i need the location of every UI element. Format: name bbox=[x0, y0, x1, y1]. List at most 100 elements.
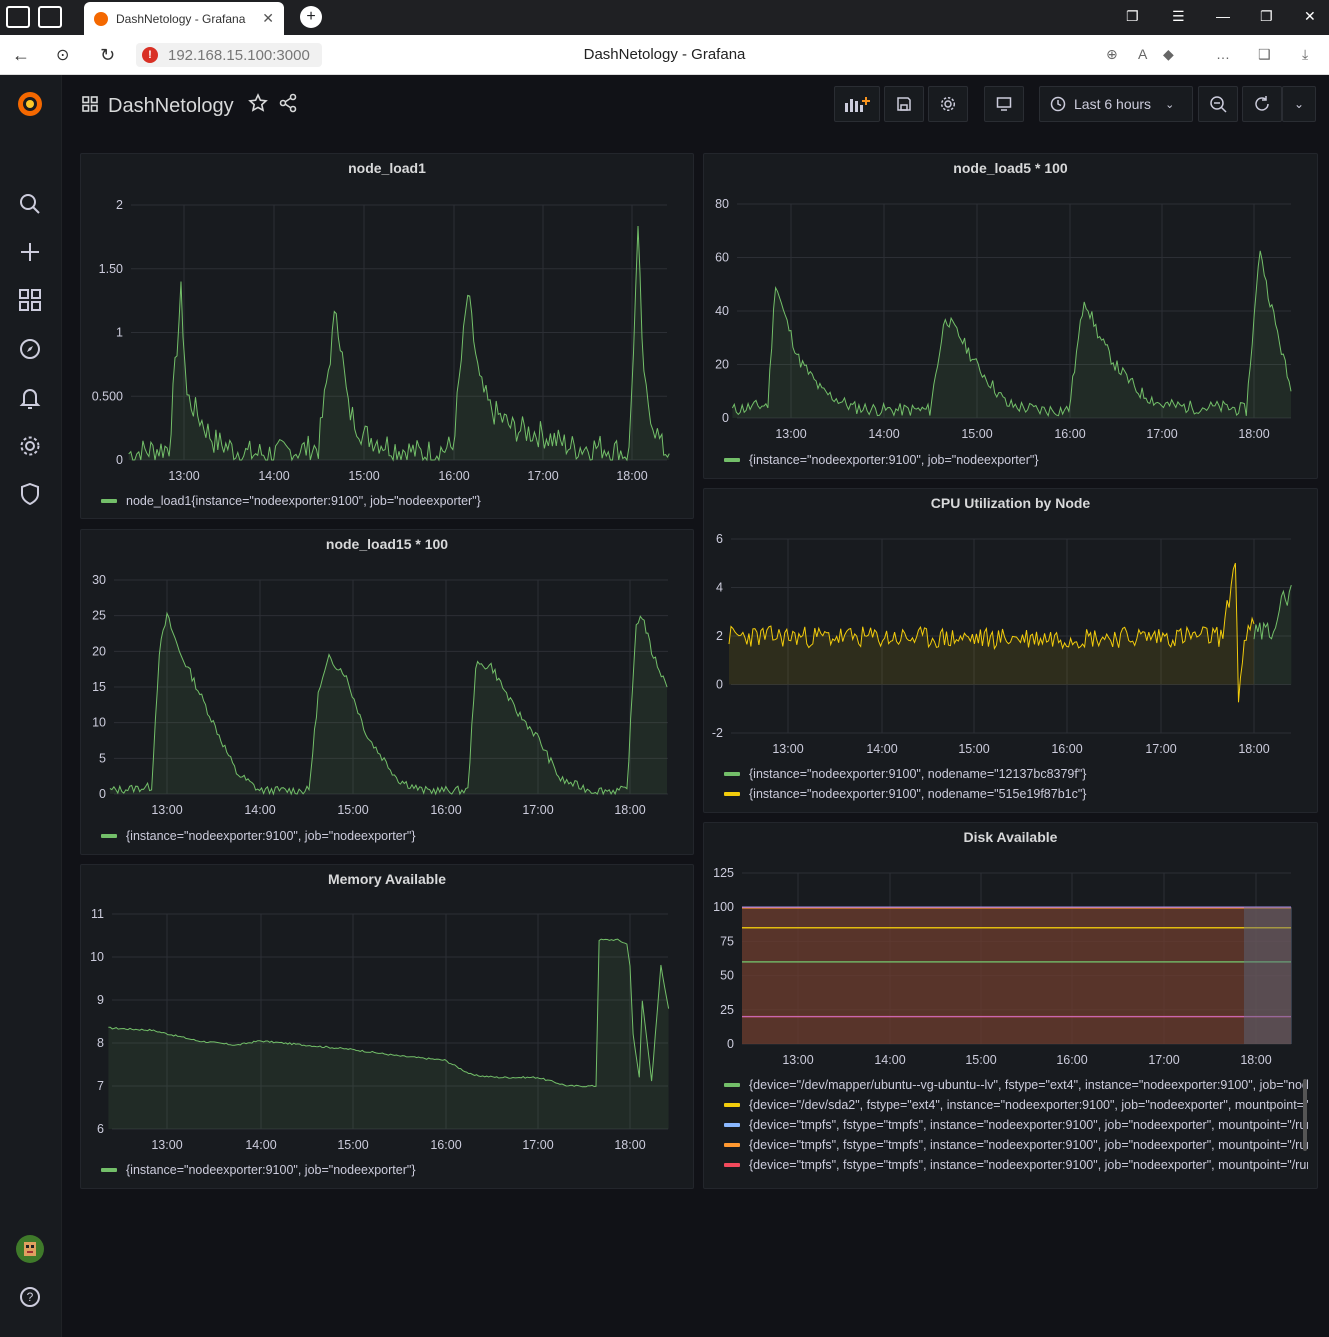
x-tick-label: 14:00 bbox=[868, 427, 899, 441]
panel-node-load15[interactable]: node_load15 * 100 0 5 10 15 20 25 30 13:00 14:00… bbox=[80, 529, 694, 855]
x-tick-label: 18:00 bbox=[1240, 1053, 1271, 1067]
panel-cpu-utilization[interactable]: CPU Utilization by Node -2 0 2 4 6 13:00 14:00… bbox=[703, 488, 1318, 813]
chart-node-load5[interactable]: 0 20 40 60 80 13:00 14:00 15:00 16:00 17:00 18:00 bbox=[704, 154, 1319, 480]
y-tick-label: 15 bbox=[92, 680, 106, 694]
zoom-out-button[interactable] bbox=[1198, 86, 1238, 122]
legend-item[interactable]: {instance="nodeexporter:9100", job="node… bbox=[101, 826, 691, 846]
legend-item[interactable]: {instance="nodeexporter:9100", nodename=… bbox=[724, 784, 1314, 804]
y-tick-label: 5 bbox=[99, 751, 106, 765]
x-tick-label: 17:00 bbox=[522, 803, 553, 817]
legend-color-swatch bbox=[724, 1083, 740, 1087]
save-dashboard-button[interactable] bbox=[884, 86, 924, 122]
legend-scrollbar[interactable] bbox=[1303, 1079, 1307, 1151]
dashboard-settings-button[interactable] bbox=[928, 86, 968, 122]
more-icon[interactable]: … bbox=[1216, 46, 1230, 62]
chart-node-load1[interactable]: 0 0.500 1 1.50 2 13:00 14:00 15:00 16:00 17:00 18:… bbox=[81, 154, 695, 520]
time-range-label: Last 6 hours bbox=[1074, 96, 1152, 112]
panel-node-load5[interactable]: node_load5 * 100 0 20 40 60 80 13:00 14:00 15:0… bbox=[703, 153, 1318, 479]
translate-icon[interactable]: A bbox=[1138, 46, 1147, 62]
y-tick-label: 0 bbox=[99, 787, 106, 801]
alerting-icon[interactable] bbox=[15, 383, 45, 413]
help-icon[interactable]: ? bbox=[15, 1282, 45, 1312]
legend-item[interactable]: node_load1{instance="nodeexporter:9100",… bbox=[101, 491, 691, 511]
legend-label: {device="tmpfs", fstype="tmpfs", instanc… bbox=[749, 1138, 1308, 1152]
legend: node_load1{instance="nodeexporter:9100",… bbox=[101, 491, 691, 511]
legend-item[interactable]: {device="/dev/mapper/ubuntu--vg-ubuntu--… bbox=[724, 1075, 1308, 1095]
new-tab-button[interactable]: + bbox=[300, 6, 322, 28]
close-tab-icon[interactable]: ✕ bbox=[262, 10, 274, 27]
refresh-interval-dropdown[interactable]: ⌄ bbox=[1282, 86, 1316, 122]
series-area bbox=[109, 613, 667, 794]
zoom-icon[interactable]: ⊕ bbox=[1106, 46, 1118, 63]
not-secure-icon[interactable]: ! bbox=[142, 47, 158, 63]
legend-color-swatch bbox=[724, 792, 740, 796]
restore-icon[interactable]: ❐ bbox=[1260, 8, 1273, 25]
series-line bbox=[128, 225, 670, 462]
panel-memory-available[interactable]: Memory Available 6 7 8 9 10 11 13:00 14:00 15:00… bbox=[80, 864, 694, 1189]
workspaces-icon[interactable] bbox=[6, 6, 30, 28]
legend-item[interactable]: {device="/dev/sda2", fstype="ext4", inst… bbox=[724, 1095, 1308, 1115]
y-tick-label: 30 bbox=[92, 573, 106, 587]
bookmark-icon[interactable]: ◆ bbox=[1163, 46, 1174, 63]
x-tick-label: 17:00 bbox=[1145, 742, 1176, 756]
y-tick-label: 10 bbox=[92, 716, 106, 730]
y-tick-label: 9 bbox=[97, 993, 104, 1007]
chart-memory-available[interactable]: 6 7 8 9 10 11 13:00 14:00 15:00 16:00 17:00 18:00 bbox=[81, 865, 695, 1190]
series-area bbox=[128, 226, 670, 460]
time-picker-button[interactable]: Last 6 hours ⌄ bbox=[1039, 86, 1193, 122]
x-tick-label: 18:00 bbox=[614, 803, 645, 817]
legend-label: {instance="nodeexporter:9100", nodename=… bbox=[749, 767, 1087, 781]
legend: {device="/dev/mapper/ubuntu--vg-ubuntu--… bbox=[724, 1075, 1308, 1181]
panel-disk-available[interactable]: Disk Available 0 25 50 75 100 125 13:00 14:00 15… bbox=[703, 822, 1318, 1189]
grafana-logo-icon[interactable] bbox=[15, 89, 45, 119]
back-icon[interactable]: ← bbox=[12, 45, 30, 66]
collections-icon[interactable]: ❐ bbox=[1126, 8, 1139, 25]
refresh-button[interactable] bbox=[1242, 86, 1282, 122]
browser-tab[interactable]: DashNetology - Grafana ✕ bbox=[84, 2, 284, 35]
y-tick-label: 0 bbox=[727, 1037, 734, 1051]
series-area bbox=[732, 250, 1291, 418]
configuration-icon[interactable] bbox=[15, 431, 45, 461]
dashboard-header: DashNetology Last 6 hours ⌄ ⌄ bbox=[62, 75, 1329, 137]
legend-label: {instance="nodeexporter:9100", job="node… bbox=[126, 1163, 416, 1177]
close-window-icon[interactable]: ✕ bbox=[1304, 8, 1316, 25]
dashboards-grid-icon[interactable] bbox=[82, 95, 98, 118]
minimize-icon[interactable]: — bbox=[1216, 8, 1230, 24]
legend-item[interactable]: {device="tmpfs", fstype="tmpfs", instanc… bbox=[724, 1135, 1308, 1155]
explore-icon[interactable] bbox=[15, 334, 45, 364]
dashboard-title[interactable]: DashNetology bbox=[108, 95, 234, 118]
avatar[interactable] bbox=[15, 1234, 45, 1264]
legend-item[interactable]: {instance="nodeexporter:9100", job="node… bbox=[724, 450, 1314, 470]
search-icon[interactable] bbox=[15, 189, 45, 219]
x-tick-label: 14:00 bbox=[258, 469, 289, 483]
dashboard-title-group: DashNetology bbox=[82, 93, 298, 119]
server-admin-icon[interactable] bbox=[15, 479, 45, 509]
tab-actions-icon[interactable] bbox=[38, 6, 62, 28]
dashboards-icon[interactable] bbox=[15, 285, 45, 315]
chevron-down-icon: ⌄ bbox=[1165, 98, 1175, 111]
x-tick-label: 18:00 bbox=[614, 1138, 645, 1152]
share-icon[interactable] bbox=[278, 93, 298, 119]
cycle-view-mode-button[interactable] bbox=[984, 86, 1024, 122]
star-icon[interactable] bbox=[247, 93, 268, 119]
profile-menu-icon[interactable]: ☰ bbox=[1172, 8, 1185, 25]
y-tick-label: 0 bbox=[716, 678, 723, 692]
panel-node-load1[interactable]: node_load1 0 0.500 1 1.50 2 13:00 14:00 15:00 16… bbox=[80, 153, 694, 519]
chart-node-load15[interactable]: 0 5 10 15 20 25 30 13:00 14:00 15:00 16:00 17:00 18:… bbox=[81, 530, 695, 856]
shield-icon[interactable]: ⊙ bbox=[56, 45, 69, 65]
add-panel-button[interactable] bbox=[834, 86, 880, 122]
url-field[interactable]: ! 192.168.15.100:3000 bbox=[136, 43, 322, 67]
x-tick-label: 13:00 bbox=[782, 1053, 813, 1067]
x-tick-label: 15:00 bbox=[965, 1053, 996, 1067]
y-tick-label: 7 bbox=[97, 1079, 104, 1093]
download-icon[interactable]: ⤓ bbox=[1302, 46, 1308, 63]
sidebar-toggle-icon[interactable]: ❑ bbox=[1258, 46, 1271, 63]
x-tick-label: 14:00 bbox=[874, 1053, 905, 1067]
plus-icon[interactable] bbox=[15, 237, 45, 267]
y-tick-label: 125 bbox=[713, 866, 734, 880]
reload-icon[interactable]: ↻ bbox=[100, 45, 115, 66]
legend-item[interactable]: {device="tmpfs", fstype="tmpfs", instanc… bbox=[724, 1115, 1308, 1135]
legend-item[interactable]: {instance="nodeexporter:9100", nodename=… bbox=[724, 764, 1314, 784]
legend-item[interactable]: {instance="nodeexporter:9100", job="node… bbox=[101, 1160, 691, 1180]
legend-item[interactable]: {device="tmpfs", fstype="tmpfs", instanc… bbox=[724, 1155, 1308, 1175]
